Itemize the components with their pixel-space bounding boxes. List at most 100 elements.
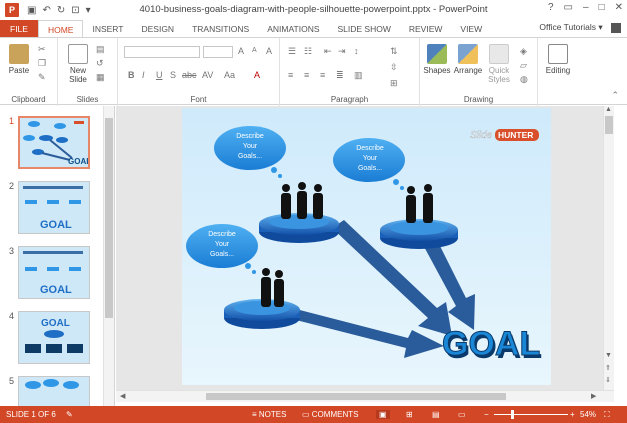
quick-styles-button[interactable]: Quick Styles: [484, 44, 514, 84]
scroll-left-icon[interactable]: ◀: [120, 392, 125, 400]
zoom-in-button[interactable]: +: [570, 410, 575, 419]
slide-thumbnail-5[interactable]: [18, 376, 90, 406]
maximize-button[interactable]: □: [599, 2, 605, 13]
bullets-icon[interactable]: ☰: [288, 46, 296, 57]
account-menu[interactable]: Office Tutorials ▾: [539, 22, 621, 33]
font-name-select[interactable]: [124, 46, 200, 58]
thumbnail-3-preview: GOAL: [23, 251, 83, 296]
scroll-down-icon[interactable]: ▼: [605, 352, 612, 359]
spelling-icon[interactable]: ✎: [66, 410, 73, 419]
thumbnail-1-preview: GOAL: [23, 121, 91, 166]
font-color-button[interactable]: A: [254, 70, 260, 80]
bubble-text-line: Goals...: [358, 165, 382, 172]
tab-home[interactable]: HOME: [37, 20, 84, 38]
align-right-icon[interactable]: ≡: [320, 70, 325, 80]
increase-indent-icon[interactable]: ⇥: [338, 46, 346, 57]
thumbnail-number: 1: [9, 116, 15, 126]
font-group-label: Font: [190, 95, 207, 104]
character-spacing-button[interactable]: AV: [202, 70, 213, 80]
slide-editor[interactable]: Describe Your Goals... Describe Your Goa…: [116, 106, 614, 390]
shape-effects-icon[interactable]: ◍: [520, 74, 528, 85]
slide-thumbnail-3[interactable]: GOAL: [18, 246, 90, 299]
tab-slide-show[interactable]: SLIDE SHOW: [329, 20, 400, 38]
help-button[interactable]: ?: [548, 2, 554, 13]
decrease-indent-icon[interactable]: ⇤: [324, 46, 332, 57]
minimize-button[interactable]: –: [583, 2, 589, 13]
zoom-slider-thumb[interactable]: [511, 410, 515, 419]
align-text-icon[interactable]: ⇳: [390, 62, 398, 73]
close-button[interactable]: ✕: [615, 2, 623, 13]
cut-icon[interactable]: ✂: [38, 44, 46, 55]
grow-font-button[interactable]: A: [238, 46, 244, 56]
zoom-level[interactable]: 54%: [580, 410, 596, 419]
columns-icon[interactable]: ▥: [354, 70, 363, 81]
new-slide-button[interactable]: New Slide: [64, 44, 92, 84]
tab-design[interactable]: DESIGN: [132, 20, 183, 38]
editor-horizontal-scrollbar[interactable]: ◀ ▶: [116, 390, 614, 402]
slideshow-view-button[interactable]: ▭: [458, 410, 466, 419]
ribbon-display-options-button[interactable]: ▭: [564, 2, 573, 13]
platform-right: [380, 219, 458, 249]
justify-icon[interactable]: ≣: [336, 70, 344, 81]
editing-button[interactable]: Editing: [540, 44, 576, 75]
slides-group-label: Slides: [76, 95, 99, 104]
tab-animations[interactable]: ANIMATIONS: [258, 20, 328, 38]
thumbnails-scroll-thumb[interactable]: [105, 118, 113, 318]
text-direction-icon[interactable]: ⇅: [390, 46, 398, 57]
clipboard-icon: [9, 44, 29, 64]
copy-icon[interactable]: ❐: [38, 58, 46, 69]
normal-view-button[interactable]: ▣: [376, 410, 390, 419]
scroll-up-icon[interactable]: ▲: [605, 106, 612, 113]
paste-button[interactable]: Paste: [4, 44, 34, 75]
bold-button[interactable]: B: [128, 70, 135, 80]
quick-styles-label-2: Styles: [488, 75, 510, 84]
section-icon[interactable]: ▦: [96, 72, 105, 83]
slide-thumbnail-4[interactable]: GOAL: [18, 311, 90, 364]
reading-view-button[interactable]: ▤: [432, 410, 440, 419]
tab-transitions[interactable]: TRANSITIONS: [183, 20, 258, 38]
shape-fill-icon[interactable]: ◈: [520, 46, 527, 57]
tab-insert[interactable]: INSERT: [83, 20, 132, 38]
previous-slide-icon[interactable]: ⇑: [605, 364, 611, 372]
collapse-ribbon-icon[interactable]: ⌃: [611, 90, 619, 101]
arrange-button[interactable]: Arrange: [452, 44, 484, 75]
tab-file[interactable]: FILE: [0, 20, 38, 38]
comments-button[interactable]: ▭ COMMENTS: [302, 410, 358, 419]
bubble-text-line: Describe: [208, 231, 236, 238]
reset-icon[interactable]: ↺: [96, 58, 104, 69]
shadow-button[interactable]: S: [170, 70, 176, 80]
clear-formatting-button[interactable]: A: [266, 46, 272, 56]
scroll-right-icon[interactable]: ▶: [591, 392, 596, 400]
fit-slide-icon[interactable]: ⛶: [604, 410, 610, 420]
numbering-icon[interactable]: ☷: [304, 46, 312, 57]
shrink-font-button[interactable]: A: [252, 47, 257, 54]
line-spacing-icon[interactable]: ↕: [354, 46, 359, 56]
align-left-icon[interactable]: ≡: [288, 70, 293, 80]
slide-thumbnail-1[interactable]: GOAL: [18, 116, 91, 169]
thumbnails-scrollbar[interactable]: [103, 106, 114, 406]
smartart-icon[interactable]: ⊞: [390, 78, 398, 89]
notes-icon: ≡: [252, 410, 259, 419]
align-center-icon[interactable]: ≡: [304, 70, 309, 80]
change-case-button[interactable]: Aa: [224, 70, 235, 80]
zoom-out-button[interactable]: −: [484, 410, 489, 419]
font-size-select[interactable]: [203, 46, 233, 58]
horizontal-scroll-thumb[interactable]: [206, 393, 506, 400]
shape-outline-icon[interactable]: ▱: [520, 60, 527, 71]
next-slide-icon[interactable]: ⇓: [605, 376, 611, 384]
slide-sorter-button[interactable]: ⊞: [406, 410, 413, 419]
underline-button[interactable]: U: [156, 70, 163, 80]
layout-icon[interactable]: ▤: [96, 44, 105, 55]
italic-button[interactable]: I: [142, 70, 145, 80]
tab-view[interactable]: VIEW: [451, 20, 491, 38]
zoom-slider[interactable]: [494, 414, 568, 415]
editor-scroll-thumb[interactable]: [605, 116, 613, 134]
notes-button[interactable]: ≡ NOTES: [252, 410, 286, 419]
editor-vertical-scrollbar[interactable]: ▲ ▼ ⇑ ⇓: [603, 106, 614, 390]
tab-review[interactable]: REVIEW: [400, 20, 452, 38]
format-painter-icon[interactable]: ✎: [38, 72, 46, 83]
shapes-button[interactable]: Shapes: [422, 44, 452, 75]
slide-canvas[interactable]: Describe Your Goals... Describe Your Goa…: [182, 108, 551, 385]
strikethrough-button[interactable]: abc: [182, 70, 197, 80]
slide-thumbnail-2[interactable]: GOAL: [18, 181, 90, 234]
